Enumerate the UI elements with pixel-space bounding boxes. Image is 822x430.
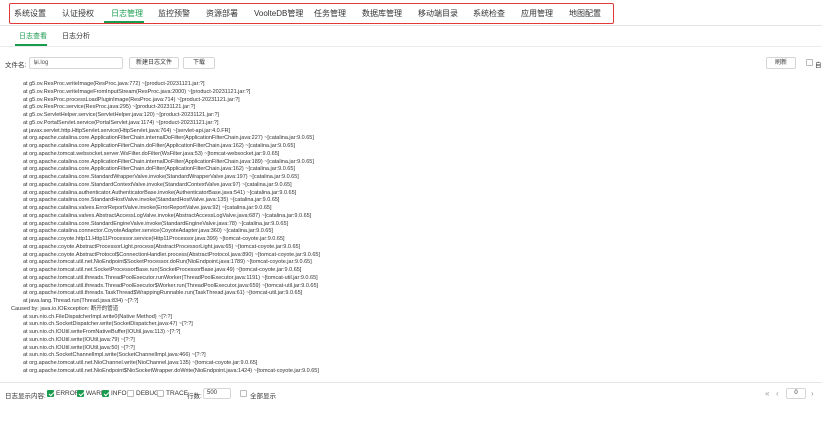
log-line: at org.apache.tomcat.util.threads.Thread… (23, 282, 319, 289)
show-all-checkbox[interactable] (240, 390, 247, 397)
menu-item-2[interactable]: 日志管理 (111, 8, 143, 20)
log-line: at sun.nio.ch.FileDispatcherImpl.write0(… (23, 313, 173, 320)
log-line: at org.apache.catalina.authenticator.Aut… (23, 189, 297, 196)
log-line: at org.apache.coyote.AbstractProcessorLi… (23, 243, 301, 250)
prev-page-icon[interactable]: ‹ (776, 389, 779, 398)
log-line: at org.apache.catalina.core.ApplicationF… (23, 158, 314, 165)
log-line: at org.apache.coyote.http11.Http11Proces… (23, 236, 285, 242)
log-line: at org.apache.catalina.core.ApplicationF… (23, 135, 314, 142)
log-line: at g5.ov.PortalServlet.service(PortalSer… (23, 119, 219, 126)
tab-log-analysis[interactable]: 日志分析 (62, 32, 90, 42)
level-debug-checkbox[interactable] (127, 390, 134, 397)
active-menu-underline (104, 21, 144, 23)
log-line: at g5.ov.ServletHelper.service(ServletHe… (23, 112, 219, 118)
show-all-label: 全部显示 (250, 393, 276, 400)
log-line: at org.apache.tomcat.util.net.NioEndpoin… (23, 367, 319, 374)
tab-log-view[interactable]: 日志查看 (19, 32, 47, 42)
rows-input[interactable]: 500 (203, 388, 231, 399)
log-line: at org.apache.coyote.AbstractProtocol$Co… (23, 251, 321, 258)
log-line: Caused by: java.io.IOException: 断开的管道 (11, 305, 119, 312)
menu-item-4[interactable]: 资源部署 (206, 8, 238, 20)
log-line: at sun.nio.ch.SocketDispatcher.write(Soc… (23, 321, 193, 328)
level-debug-label: DEBUG (136, 390, 160, 397)
level-error-checkbox[interactable] (47, 390, 54, 397)
rows-label: 行数: (187, 393, 202, 400)
log-line: at org.apache.tomcat.util.threads.TaskTh… (23, 290, 303, 297)
level-trace-label: TRACE (166, 390, 189, 397)
auto-refresh-checkbox[interactable] (806, 59, 813, 66)
log-line: at org.apache.tomcat.websocket.server.Ws… (23, 150, 280, 157)
menu-item-7[interactable]: 数据库管理 (362, 8, 402, 20)
log-line: at java.lang.Thread.run(Thread.java:834)… (23, 298, 139, 304)
menu-item-10[interactable]: 应用管理 (521, 8, 553, 20)
log-line: at g5.ov.ResProc.service(ResProc.java:29… (23, 104, 196, 111)
log-content[interactable]: at g5.ov.ResProc.writeImage(ResProc.java… (0, 78, 822, 382)
menu-item-11[interactable]: 地图配置 (569, 8, 601, 20)
level-warn-checkbox[interactable] (77, 390, 84, 397)
level-error-label: ERROR (56, 390, 80, 397)
log-line: at sun.nio.ch.SocketChannelImpl.write(So… (23, 352, 206, 359)
chevron-down-icon: ▾ (34, 61, 38, 67)
log-line: at sun.nio.ch.IOUtil.write(IOUtil.java:5… (23, 344, 135, 351)
log-line: at org.apache.catalina.core.StandardCont… (23, 181, 292, 188)
file-name-select[interactable]: bi.log ▾ (29, 57, 123, 69)
refresh-button[interactable]: 刷新 (766, 57, 796, 69)
log-line: at org.apache.tomcat.util.net.SocketProc… (23, 267, 302, 273)
page-number-input[interactable]: 0 (786, 388, 806, 399)
log-line: at g5.ov.ResProc.processLoadPluginImage(… (23, 96, 240, 103)
log-line: at sun.nio.ch.IOUtil.writeFromNativeBuff… (23, 329, 181, 335)
log-line: at g5.ov.ResProc.writeImageFromInputStre… (23, 88, 251, 95)
log-line: at org.apache.tomcat.util.net.NioEndpoin… (23, 259, 312, 266)
log-line: at org.apache.tomcat.util.threads.Thread… (23, 274, 318, 281)
download-button[interactable]: 下载 (183, 57, 215, 69)
next-page-icon[interactable]: › (811, 389, 814, 398)
level-info-checkbox[interactable] (102, 390, 109, 397)
log-line: at org.apache.catalina.core.StandardHost… (23, 197, 280, 204)
log-line: at org.apache.catalina.valves.ErrorRepor… (23, 205, 272, 211)
menu-item-1[interactable]: 认证授权 (62, 8, 94, 20)
log-line: at g5.ov.ResProc.writeImage(ResProc.java… (23, 81, 205, 87)
menu-item-0[interactable]: 系统设置 (14, 8, 46, 20)
tab-divider (0, 46, 822, 47)
log-line: at org.apache.catalina.core.StandardEngi… (23, 220, 289, 227)
first-page-icon[interactable]: « (765, 389, 769, 398)
log-line: at org.apache.catalina.core.StandardWrap… (23, 174, 299, 180)
footer-divider (0, 382, 822, 383)
new-log-file-button[interactable]: 新建日志文件 (129, 57, 179, 69)
log-line: at org.apache.catalina.valves.AbstractAc… (23, 212, 312, 219)
level-info-label: INFO (111, 390, 127, 397)
file-name-label: 文件名: (5, 62, 27, 69)
menu-item-3[interactable]: 监控预警 (158, 8, 190, 20)
display-content-label: 日志显示内容: (5, 393, 46, 400)
menu-item-8[interactable]: 移动端目录 (418, 8, 458, 20)
log-line: at sun.nio.ch.IOUtil.write(IOUtil.java:7… (23, 336, 135, 343)
menu-item-6[interactable]: 任务管理 (314, 8, 346, 20)
auto-refresh-label: 自 (815, 62, 822, 69)
log-line: at org.apache.tomcat.util.net.NioChannel… (23, 360, 258, 366)
top-menu-bar: 系统设置 认证授权 日志管理 监控预警 资源部署 VoolteDB管理 任务管理 数据库管理 移… (0, 0, 822, 26)
level-trace-checkbox[interactable] (157, 390, 164, 397)
log-line: at javax.servlet.http.HttpServlet.servic… (23, 127, 231, 134)
log-line: at org.apache.catalina.core.ApplicationF… (23, 166, 295, 173)
log-line: at org.apache.catalina.core.ApplicationF… (23, 143, 295, 149)
menu-item-9[interactable]: 系统检查 (473, 8, 505, 20)
menu-item-5[interactable]: VoolteDB管理 (254, 8, 303, 20)
top-divider (0, 25, 822, 26)
log-line: at org.apache.catalina.connector.CoyoteA… (23, 228, 273, 235)
